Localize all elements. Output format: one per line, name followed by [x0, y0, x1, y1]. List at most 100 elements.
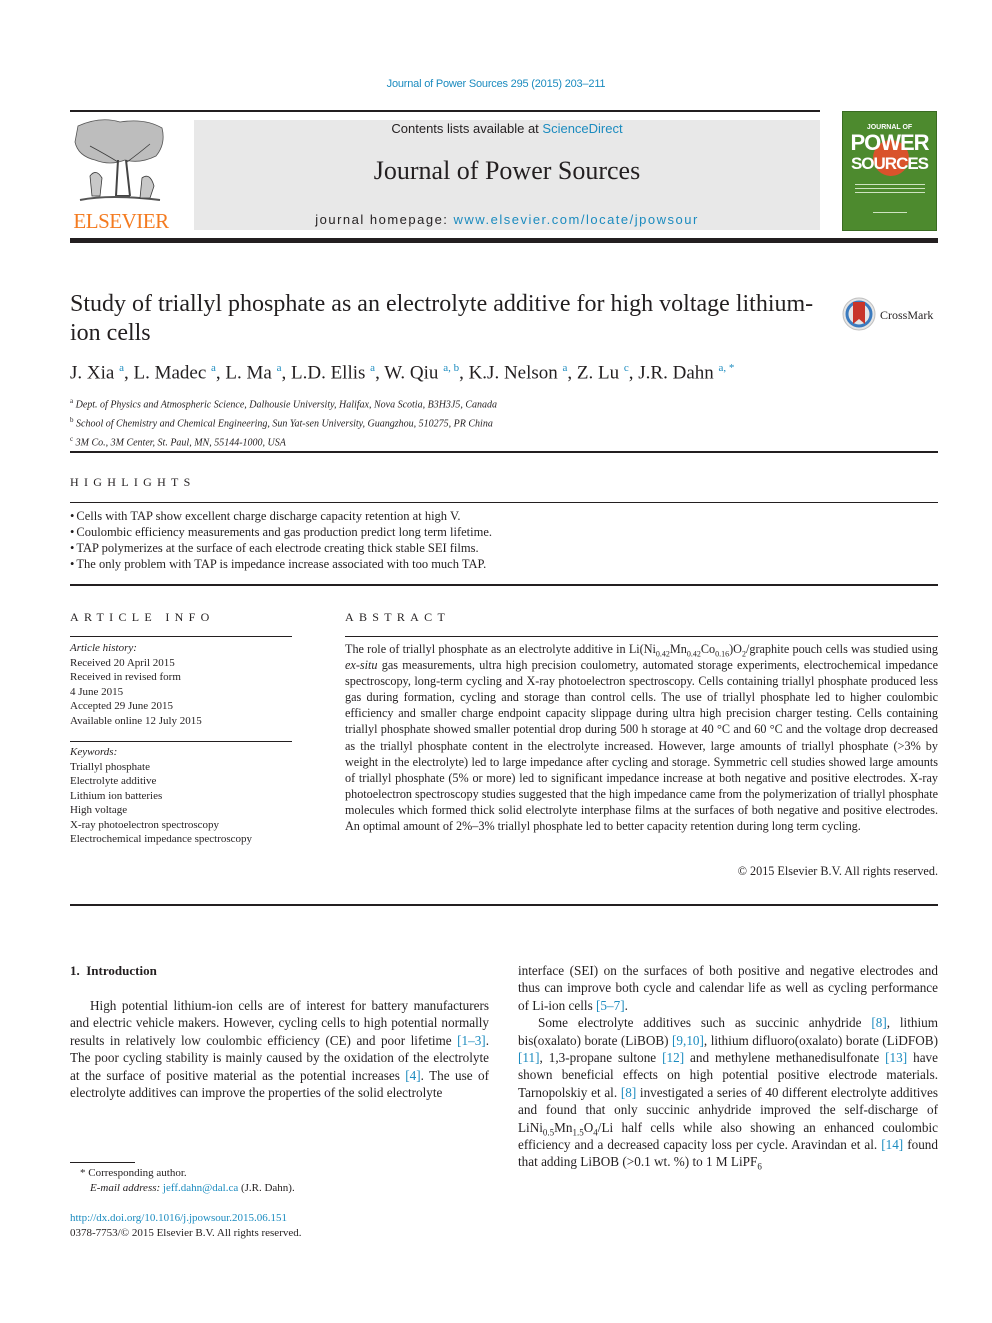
- footnote-rule: [70, 1162, 135, 1163]
- citation-link[interactable]: [4]: [405, 1068, 420, 1083]
- citation-link[interactable]: [1–3]: [457, 1033, 486, 1048]
- crossmark-label: CrossMark: [880, 308, 934, 322]
- affiliation: b School of Chemistry and Chemical Engin…: [70, 413, 930, 432]
- abstract-italic: ex-situ: [345, 658, 378, 673]
- journal-homepage-line: journal homepage: www.elsevier.com/locat…: [194, 212, 820, 227]
- sciencedirect-link[interactable]: ScienceDirect: [542, 121, 622, 136]
- cover-fine-print: [855, 188, 925, 189]
- affiliation-key: a: [70, 397, 74, 405]
- body-text: , 1,3-propane sultone: [539, 1050, 663, 1066]
- citation-link[interactable]: [8]: [871, 1015, 886, 1030]
- keywords-rule: [70, 741, 292, 742]
- highlight-item: The only problem with TAP is impedance i…: [70, 556, 938, 572]
- article-history: Article history: Received 20 April 2015 …: [70, 641, 292, 728]
- author[interactable]: J.R. Dahn: [638, 362, 713, 383]
- author[interactable]: J. Xia: [70, 362, 114, 383]
- journal-cover-thumbnail[interactable]: JOURNAL OF POWER SOURCES: [842, 111, 937, 231]
- crossmark-badge[interactable]: CrossMark: [842, 297, 942, 333]
- citation-link[interactable]: [9,10]: [672, 1033, 704, 1048]
- author-affiliation-marker[interactable]: c: [624, 362, 629, 374]
- highlights-label-rule: [70, 502, 938, 503]
- citation-link[interactable]: [5–7]: [596, 998, 625, 1013]
- journal-homepage-link[interactable]: www.elsevier.com/locate/jpowsour: [454, 212, 699, 227]
- front-matter-bottom-rule: [70, 904, 938, 906]
- history-entry: Received 20 April 2015: [70, 656, 175, 669]
- citation-link[interactable]: [14]: [881, 1137, 903, 1152]
- abstract-text: gas measurements, ultra high precision c…: [345, 658, 938, 834]
- cover-title-line-3: SOURCES: [850, 154, 929, 173]
- doi-link[interactable]: http://dx.doi.org/10.1016/j.jpowsour.201…: [70, 1212, 287, 1224]
- cover-title-line-2: POWER: [850, 130, 929, 155]
- body-text: interface (SEI) on the surfaces of both …: [518, 963, 938, 1013]
- history-entry: Accepted 29 June 2015: [70, 700, 173, 712]
- author-affiliation-marker[interactable]: a: [563, 362, 568, 374]
- author-affiliation-marker[interactable]: a: [277, 362, 282, 374]
- author[interactable]: L.D. Ellis: [291, 362, 365, 383]
- running-head-citation[interactable]: Journal of Power Sources 295 (2015) 203–…: [0, 78, 992, 90]
- masthead-top-rule: [70, 110, 820, 112]
- body-column-left: High potential lithium-ion cells are of …: [70, 997, 489, 1101]
- article-history-label: Article history:: [70, 642, 137, 654]
- body-text: Mn: [554, 1119, 573, 1135]
- abstract-text: /graphite pouch cells was studied using: [745, 642, 938, 656]
- author[interactable]: K.J. Nelson: [469, 362, 558, 383]
- body-text: , lithium difluoro(oxalato) borate (LiDF…: [703, 1032, 938, 1048]
- body-text: and methylene methanedisulfonate: [684, 1050, 886, 1066]
- issn-copyright: 0378-7753/© 2015 Elsevier B.V. All right…: [70, 1227, 302, 1239]
- citation-link[interactable]: [12]: [662, 1050, 684, 1065]
- author[interactable]: L. Madec: [133, 362, 206, 383]
- author-affiliation-marker[interactable]: a, b: [443, 362, 459, 374]
- affiliation-list: a Dept. of Physics and Atmospheric Scien…: [70, 394, 930, 450]
- paragraph: High potential lithium-ion cells are of …: [70, 997, 489, 1101]
- abstract-copyright: © 2015 Elsevier B.V. All rights reserved…: [737, 864, 938, 878]
- body-column-right: interface (SEI) on the surfaces of both …: [518, 962, 938, 1172]
- affiliation: a Dept. of Physics and Atmospheric Scien…: [70, 394, 930, 413]
- author[interactable]: Z. Lu: [577, 362, 619, 383]
- keyword: Triallyl phosphate: [70, 760, 150, 773]
- elsevier-logo[interactable]: ELSEVIER: [70, 116, 172, 234]
- citation-link[interactable]: [8]: [621, 1085, 636, 1100]
- affiliation-key: b: [70, 415, 74, 424]
- highlight-item: TAP polymerizes at the surface of each e…: [70, 540, 938, 556]
- abstract-text: The role of triallyl phosphate as an ele…: [345, 642, 656, 656]
- corresponding-author-note: * Corresponding author.: [80, 1167, 187, 1179]
- doi-block: http://dx.doi.org/10.1016/j.jpowsour.201…: [70, 1211, 490, 1241]
- highlight-item: Coulombic efficiency measurements and ga…: [70, 524, 938, 540]
- subscript: 0.5: [542, 1127, 555, 1138]
- cover-fine-print: [855, 192, 925, 193]
- author-affiliation-marker[interactable]: a: [211, 362, 216, 374]
- citation-link[interactable]: [13]: [885, 1050, 907, 1065]
- abstract-label: ABSTRACT: [345, 610, 451, 624]
- footnotes: * Corresponding author. E-mail address: …: [70, 1166, 490, 1196]
- affiliation-key: c: [70, 434, 74, 443]
- paragraph: Some electrolyte additives such as succi…: [518, 1014, 938, 1171]
- highlights-list: Cells with TAP show excellent charge dis…: [70, 508, 938, 572]
- masthead-bottom-rule: [70, 238, 938, 243]
- highlights-bottom-rule: [70, 584, 938, 586]
- body-text: Some electrolyte additives such as succi…: [538, 1015, 872, 1031]
- author[interactable]: W. Qiu: [384, 362, 438, 383]
- subscript: 6: [757, 1162, 762, 1173]
- contents-prefix: Contents lists available at: [391, 121, 543, 136]
- cover-fine-print: [855, 184, 925, 185]
- keywords: Keywords: Triallyl phosphate Electrolyte…: [70, 745, 292, 847]
- author-affiliation-marker[interactable]: a, *: [719, 362, 735, 374]
- email-note: E-mail address: jeff.dahn@dal.ca (J.R. D…: [70, 1181, 490, 1196]
- body-text: High potential lithium-ion cells are of …: [70, 998, 489, 1048]
- email-suffix: (J.R. Dahn).: [238, 1182, 295, 1194]
- author-email-link[interactable]: jeff.dahn@dal.ca: [163, 1182, 238, 1194]
- abstract-text: Co: [700, 642, 716, 656]
- history-entry: Received in revised form: [70, 671, 181, 683]
- author-affiliation-marker[interactable]: a: [370, 362, 375, 374]
- abstract-text: Mn: [669, 642, 687, 656]
- crossmark-icon: [842, 297, 876, 331]
- elsevier-tree-icon: [74, 119, 164, 201]
- journal-name: Journal of Power Sources: [373, 156, 641, 185]
- author-affiliation-marker[interactable]: a: [119, 362, 124, 374]
- article-title: Study of triallyl phosphate as an electr…: [70, 291, 814, 346]
- author[interactable]: L. Ma: [225, 362, 271, 383]
- body-text: /Li half cells while also showing an enh…: [518, 1119, 938, 1153]
- history-entry: Available online 12 July 2015: [70, 714, 202, 727]
- citation-link[interactable]: [11]: [518, 1050, 539, 1065]
- keyword: Electrolyte additive: [70, 775, 157, 787]
